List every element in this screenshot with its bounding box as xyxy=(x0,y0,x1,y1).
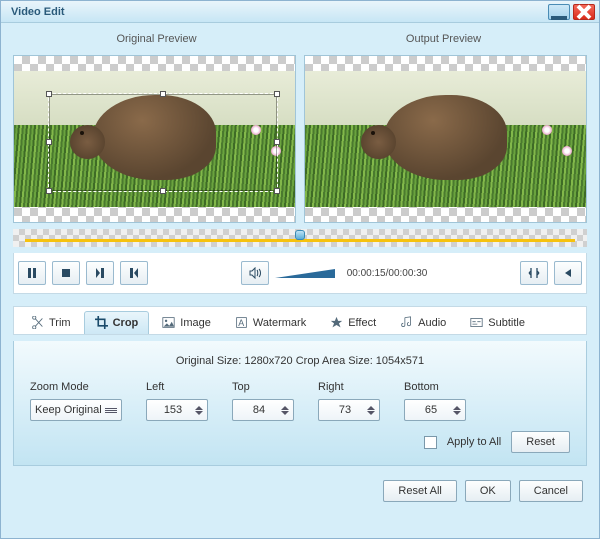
crop-panel-footer: Apply to All Reset xyxy=(30,431,570,453)
bottom-value: 65 xyxy=(409,404,453,416)
right-label: Right xyxy=(318,381,380,393)
playhead[interactable] xyxy=(295,230,305,240)
preview-headers: Original Preview Output Preview xyxy=(13,33,587,49)
top-label: Top xyxy=(232,381,294,393)
right-spinner[interactable]: 73 xyxy=(318,399,380,421)
scissors-icon xyxy=(31,316,44,329)
tab-trim[interactable]: Trim xyxy=(20,311,82,334)
tab-crop-label: Crop xyxy=(113,317,139,329)
bottom-spinner[interactable]: 65 xyxy=(404,399,466,421)
crop-handle-l[interactable] xyxy=(46,139,52,145)
top-value: 84 xyxy=(237,404,281,416)
original-preview-label: Original Preview xyxy=(13,33,300,49)
tab-image[interactable]: Image xyxy=(151,311,222,334)
apply-all-label: Apply to All xyxy=(447,436,501,448)
output-frame xyxy=(305,71,586,207)
time-display: 00:00:15/00:00:30 xyxy=(347,268,428,279)
dialog-footer: Reset All OK Cancel xyxy=(13,472,587,502)
dropdown-icon xyxy=(105,404,117,416)
tab-effect-label: Effect xyxy=(348,317,376,329)
tab-trim-label: Trim xyxy=(49,317,71,329)
ok-button[interactable]: OK xyxy=(465,480,511,502)
video-edit-window: Video Edit Original Preview Output Previ… xyxy=(0,0,600,539)
tab-effect[interactable]: Effect xyxy=(319,311,387,334)
mark-out-button[interactable] xyxy=(120,261,148,285)
svg-text:A: A xyxy=(238,318,244,328)
crop-handle-r[interactable] xyxy=(274,139,280,145)
compare-button[interactable] xyxy=(520,261,548,285)
tab-subtitle[interactable]: Subtitle xyxy=(459,311,536,334)
timeline[interactable] xyxy=(13,229,587,247)
crop-handle-bl[interactable] xyxy=(46,188,52,194)
crop-handle-br[interactable] xyxy=(274,188,280,194)
crop-handle-tr[interactable] xyxy=(274,91,280,97)
star-icon xyxy=(330,316,343,329)
stop-button[interactable] xyxy=(52,261,80,285)
reset-button[interactable]: Reset xyxy=(511,431,570,453)
output-preview-label: Output Preview xyxy=(300,33,587,49)
subtitle-icon xyxy=(470,316,483,329)
content-area: Original Preview Output Preview xyxy=(1,23,599,538)
tab-subtitle-label: Subtitle xyxy=(488,317,525,329)
left-value: 153 xyxy=(151,404,195,416)
playback-controls: 00:00:15/00:00:30 xyxy=(13,253,587,294)
crop-handle-t[interactable] xyxy=(160,91,166,97)
original-preview[interactable] xyxy=(13,55,296,223)
crop-panel: Original Size: 1280x720 Crop Area Size: … xyxy=(13,341,587,466)
tab-image-label: Image xyxy=(180,317,211,329)
bottom-label: Bottom xyxy=(404,381,466,393)
output-preview xyxy=(304,55,587,223)
image-icon xyxy=(162,316,175,329)
zoom-mode-value: Keep Original xyxy=(35,404,102,416)
crop-icon xyxy=(95,316,108,329)
volume-button[interactable] xyxy=(241,261,269,285)
left-label: Left xyxy=(146,381,208,393)
tab-crop[interactable]: Crop xyxy=(84,311,150,334)
tab-audio[interactable]: Audio xyxy=(389,311,457,334)
top-spinner[interactable]: 84 xyxy=(232,399,294,421)
crop-handle-tl[interactable] xyxy=(46,91,52,97)
zoom-mode-combo[interactable]: Keep Original xyxy=(30,399,122,421)
crop-fields: Zoom Mode Keep Original Left 153 Top 84 … xyxy=(30,381,570,421)
previews xyxy=(13,55,587,223)
titlebar: Video Edit xyxy=(1,1,599,23)
tab-watermark-label: Watermark xyxy=(253,317,306,329)
size-info: Original Size: 1280x720 Crop Area Size: … xyxy=(30,355,570,367)
right-value: 73 xyxy=(323,404,367,416)
reset-all-button[interactable]: Reset All xyxy=(383,480,456,502)
watermark-icon: A xyxy=(235,316,248,329)
crop-selection[interactable] xyxy=(48,93,278,193)
prev-frame-button[interactable] xyxy=(554,261,582,285)
apply-all-checkbox[interactable] xyxy=(424,436,437,449)
close-button[interactable] xyxy=(573,4,595,20)
mark-in-button[interactable] xyxy=(86,261,114,285)
tab-audio-label: Audio xyxy=(418,317,446,329)
music-note-icon xyxy=(400,316,413,329)
zoom-mode-label: Zoom Mode xyxy=(30,381,122,393)
volume-slider[interactable] xyxy=(275,269,335,278)
tab-watermark[interactable]: A Watermark xyxy=(224,311,317,334)
cancel-button[interactable]: Cancel xyxy=(519,480,583,502)
left-spinner[interactable]: 153 xyxy=(146,399,208,421)
crop-handle-b[interactable] xyxy=(160,188,166,194)
tabbar: Trim Crop Image AWatermark Effect Audio … xyxy=(13,306,587,335)
pause-button[interactable] xyxy=(18,261,46,285)
window-title: Video Edit xyxy=(5,6,545,18)
minimize-button[interactable] xyxy=(548,4,570,20)
